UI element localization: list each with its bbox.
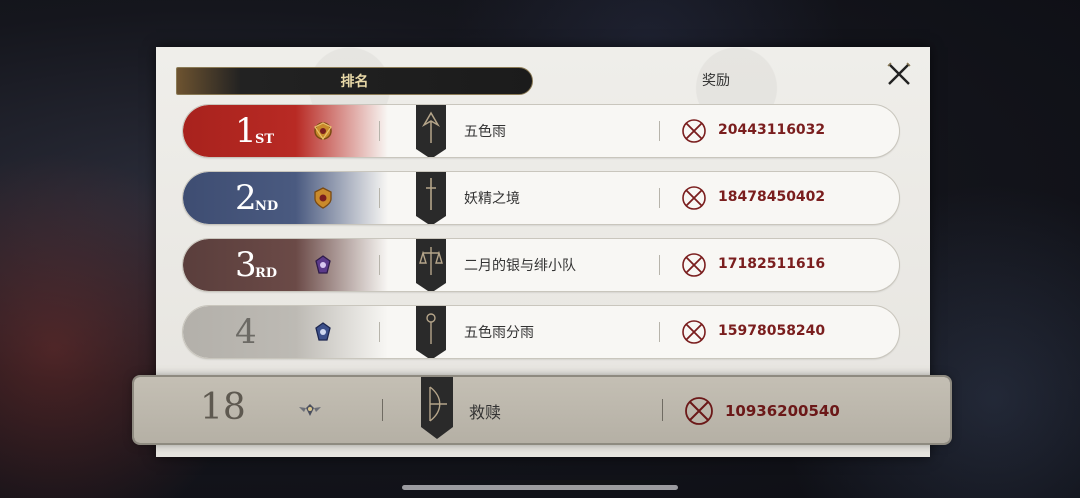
rank-row-3[interactable]: 3 RD 二月的银与绯小队 17182511616 xyxy=(183,239,899,291)
gold-crest-icon xyxy=(314,122,332,141)
crossed-swords-icon xyxy=(682,320,706,344)
divider xyxy=(659,255,660,275)
close-icon xyxy=(887,62,911,85)
rank-number: 2 xyxy=(235,178,257,218)
dragon-banner-icon xyxy=(416,105,446,157)
guild-name: 五色雨 xyxy=(464,124,506,140)
divider xyxy=(379,255,380,275)
crossed-swords-icon xyxy=(685,397,713,425)
tab-bar: 排名 奖励 xyxy=(176,67,876,95)
rank-band xyxy=(183,306,388,358)
rank-band xyxy=(183,239,388,291)
divider xyxy=(659,188,660,208)
own-rank-row[interactable]: 18 救赎 10936200540 xyxy=(134,377,950,443)
rank-suffix: ST xyxy=(255,132,275,147)
reward-value: 20443116032 xyxy=(718,122,826,138)
divider xyxy=(382,399,383,421)
reward-value: 17182511616 xyxy=(718,256,826,272)
purple-crest-icon xyxy=(315,255,331,274)
tab-rank-label: 排名 xyxy=(340,74,369,90)
crossed-swords-icon xyxy=(682,253,706,277)
divider xyxy=(659,121,660,141)
rank-suffix: RD xyxy=(255,266,278,281)
crossed-swords-icon xyxy=(682,119,706,143)
tab-rank[interactable]: 排名 xyxy=(176,67,533,95)
divider xyxy=(379,322,380,342)
rank-band xyxy=(183,105,388,157)
own-guild-name: 救赎 xyxy=(469,403,502,422)
rank-number: 1 xyxy=(235,111,257,151)
tab-reward-label: 奖励 xyxy=(702,73,730,89)
rank-row-4[interactable]: 4 五色雨分雨 15978058240 xyxy=(183,306,899,358)
blue-crest-icon xyxy=(315,322,331,341)
own-reward-value: 10936200540 xyxy=(725,402,840,420)
rank-row-1[interactable]: 1 ST 五色雨 20443116032 xyxy=(183,105,899,157)
staff-banner-icon xyxy=(416,306,446,358)
divider xyxy=(379,188,380,208)
divider xyxy=(659,322,660,342)
guild-name: 五色雨分雨 xyxy=(464,325,534,341)
home-indicator[interactable] xyxy=(402,485,678,490)
rank-row-2[interactable]: 2 ND 妖精之境 18478450402 xyxy=(183,172,899,224)
winged-crest-icon xyxy=(299,404,321,416)
divider xyxy=(662,399,663,421)
rank-suffix: ND xyxy=(255,199,279,214)
crossed-swords-icon xyxy=(682,186,706,210)
gold-shield-icon xyxy=(314,187,332,209)
scales-banner-icon xyxy=(416,239,446,291)
reward-value: 18478450402 xyxy=(718,189,826,205)
rank-band xyxy=(183,172,388,224)
bow-banner-icon xyxy=(421,377,453,439)
own-rank-number: 18 xyxy=(200,387,246,428)
close-button[interactable] xyxy=(884,59,914,89)
guild-name: 妖精之境 xyxy=(464,191,520,207)
sword-banner-icon xyxy=(416,172,446,224)
reward-value: 15978058240 xyxy=(718,323,826,339)
divider xyxy=(379,121,380,141)
rank-number: 4 xyxy=(235,312,257,352)
rank-number: 3 xyxy=(235,245,257,285)
guild-name: 二月的银与绯小队 xyxy=(464,258,576,274)
tab-reward[interactable]: 奖励 xyxy=(646,67,786,93)
